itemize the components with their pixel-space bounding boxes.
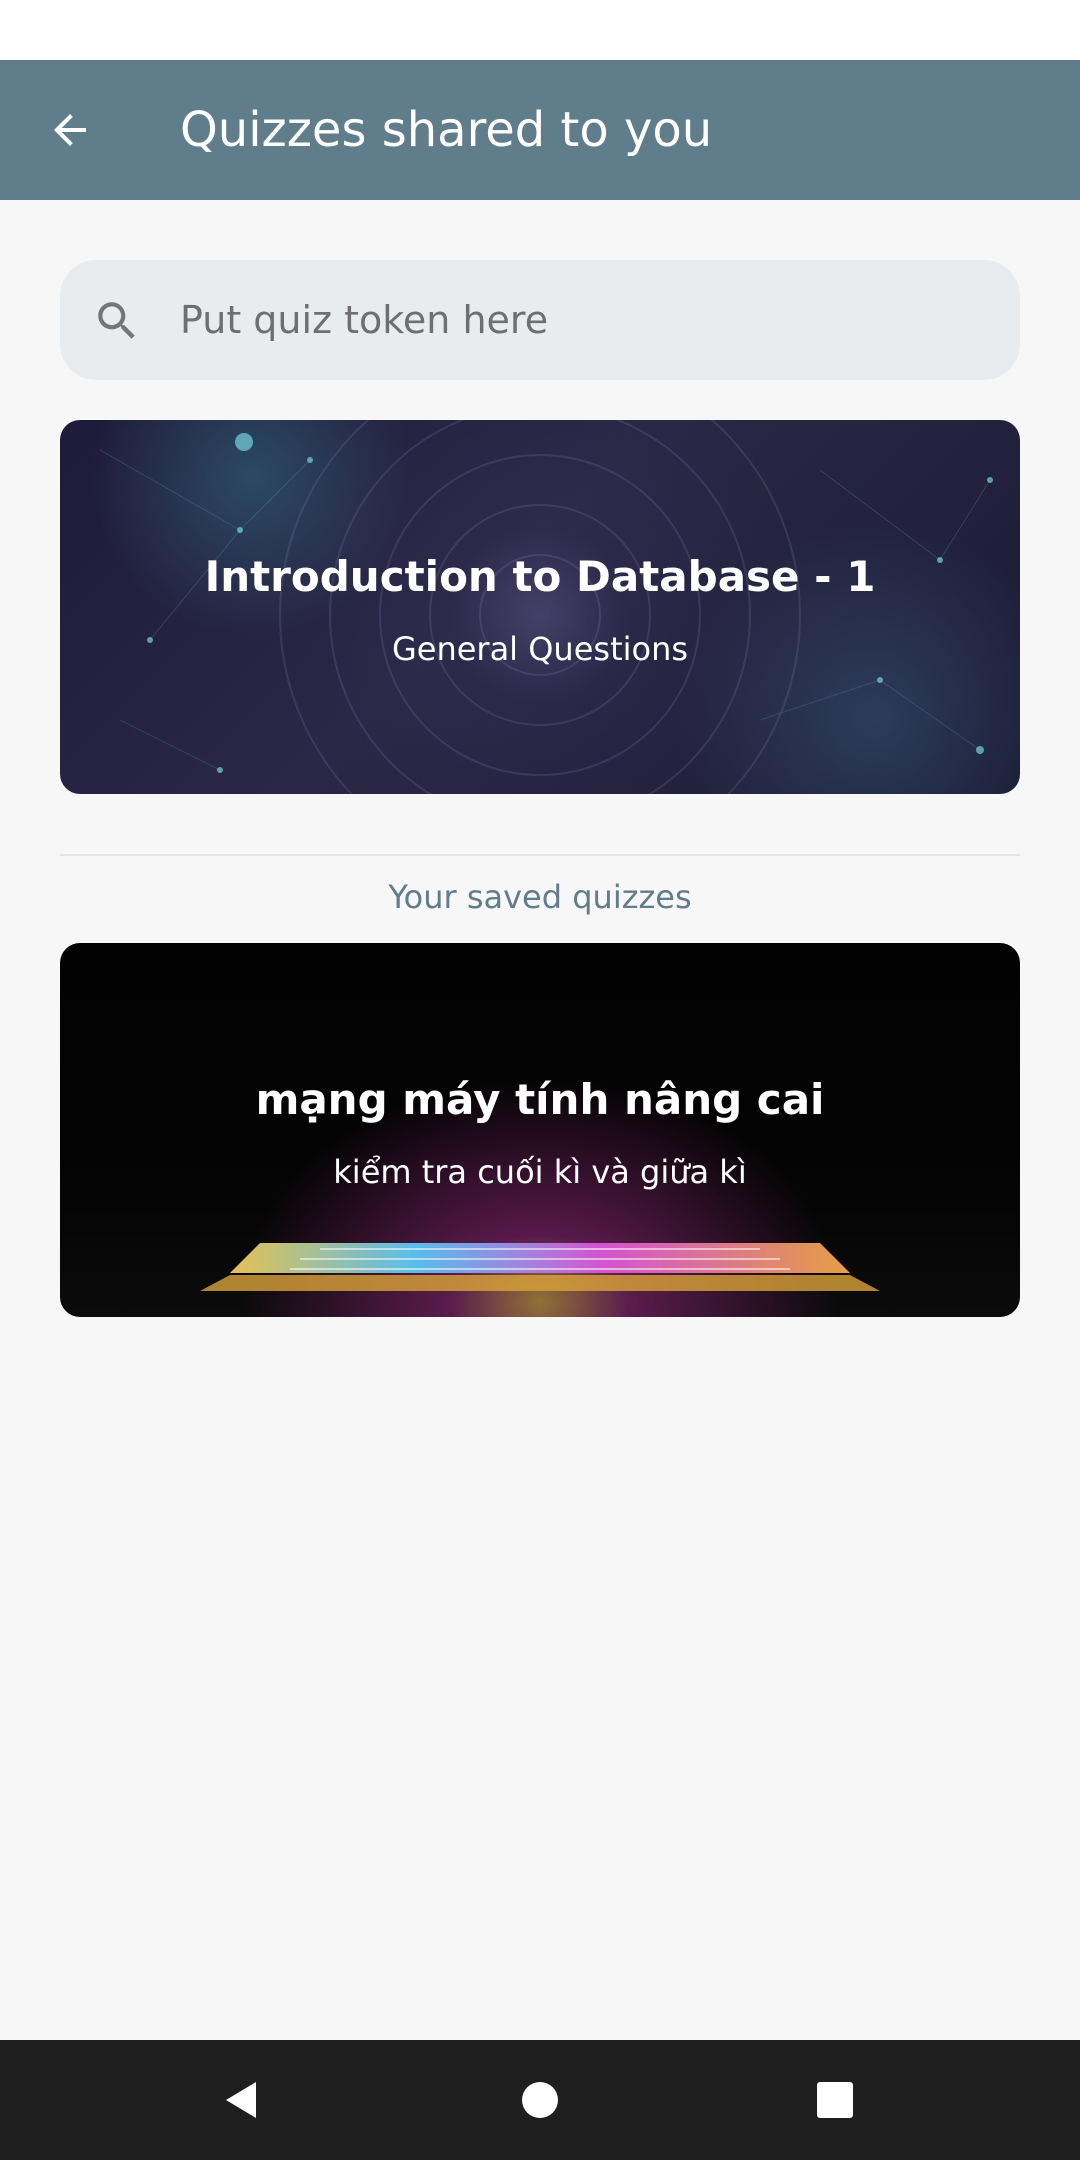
nav-recents-icon	[817, 2082, 853, 2118]
system-nav-bar	[0, 2040, 1080, 2160]
nav-recents-button[interactable]	[795, 2060, 875, 2140]
section-divider	[60, 854, 1020, 856]
quiz-title: Introduction to Database - 1	[204, 552, 876, 601]
quiz-token-input[interactable]	[180, 260, 980, 380]
laptop-background-image	[200, 1243, 880, 1291]
nav-home-icon	[522, 2082, 558, 2118]
nav-back-icon	[226, 2082, 256, 2118]
search-bar[interactable]	[60, 260, 1020, 380]
search-icon	[98, 302, 135, 339]
saved-quiz-card[interactable]: mạng máy tính nâng cai kiểm tra cuối kì …	[60, 943, 1020, 1317]
nav-home-button[interactable]	[500, 2060, 580, 2140]
arrow-back-icon	[54, 114, 86, 146]
quiz-title: mạng máy tính nâng cai	[255, 1075, 825, 1124]
network-background-image	[99, 420, 993, 794]
quiz-subtitle: General Questions	[391, 630, 689, 668]
quiz-subtitle: kiểm tra cuối kì và giữa kì	[333, 1153, 747, 1191]
status-bar	[0, 0, 1080, 60]
back-button[interactable]	[30, 90, 110, 170]
shared-quiz-card[interactable]: Introduction to Database - 1 General Que…	[60, 420, 1020, 794]
saved-quizzes-heading: Your saved quizzes	[388, 878, 692, 916]
nav-back-button[interactable]	[202, 2060, 282, 2140]
page-title: Quizzes shared to you	[180, 102, 713, 158]
app-bar: Quizzes shared to you	[0, 60, 1080, 200]
